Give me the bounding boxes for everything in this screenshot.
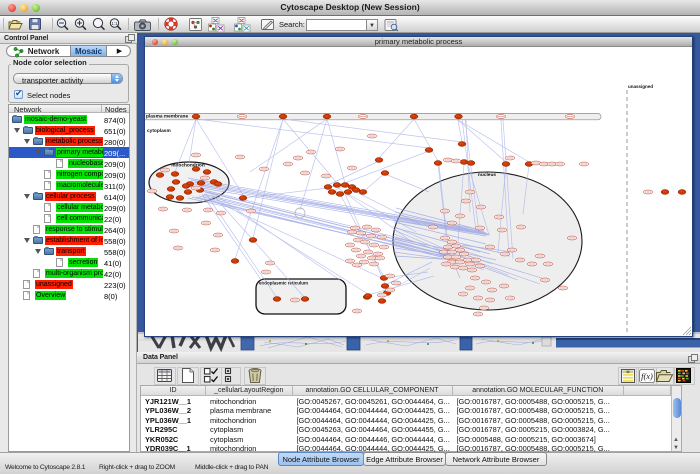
svg-text:f(x): f(x) bbox=[641, 371, 653, 381]
svg-text:nucleus: nucleus bbox=[478, 172, 496, 178]
svg-text:plasma membrane: plasma membrane bbox=[146, 114, 188, 120]
svg-text:cytoplasm: cytoplasm bbox=[147, 128, 171, 134]
svg-text:unassigned: unassigned bbox=[628, 84, 653, 89]
svg-text:1:1: 1:1 bbox=[111, 21, 118, 26]
svg-text:mitochondrion: mitochondrion bbox=[171, 163, 205, 169]
